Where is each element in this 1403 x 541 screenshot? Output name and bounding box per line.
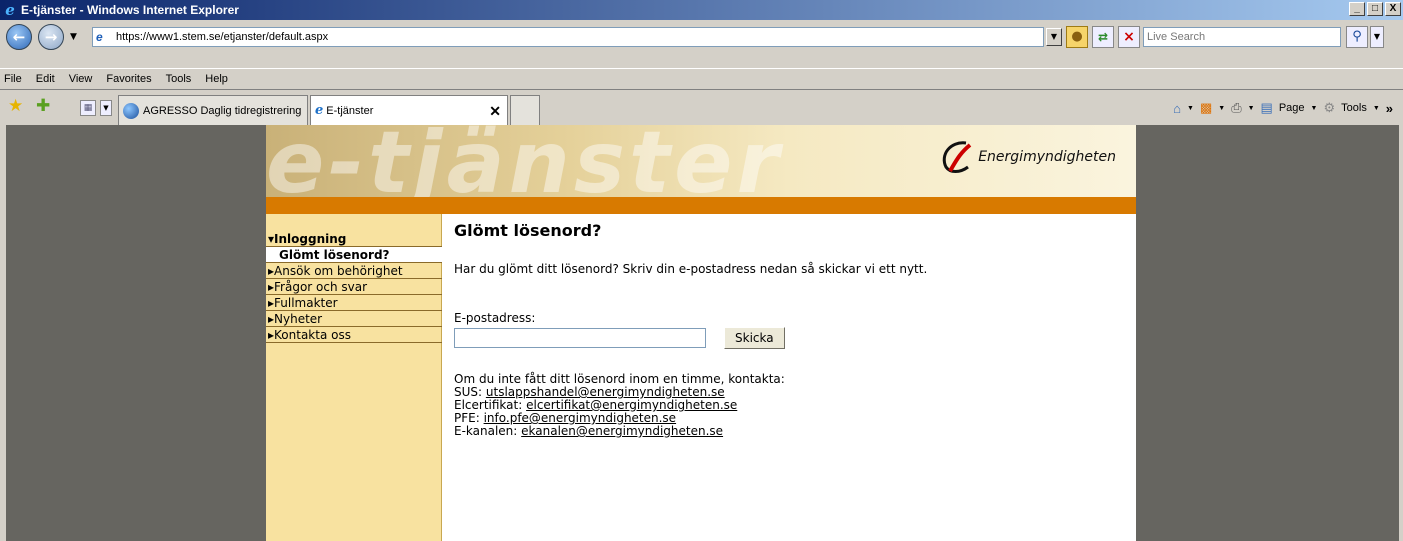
print-dropdown[interactable]: ▼ bbox=[1248, 105, 1255, 112]
stop-button[interactable]: × bbox=[1118, 26, 1140, 48]
vertical-scrollbar[interactable] bbox=[1399, 125, 1403, 541]
close-window-button[interactable]: X bbox=[1385, 2, 1401, 16]
ie-icon: e bbox=[5, 1, 15, 19]
contact-label: E-kanalen: bbox=[454, 424, 518, 438]
menu-edit[interactable]: Edit bbox=[36, 73, 55, 85]
contact-block: Om du inte fått ditt lösenord inom en ti… bbox=[454, 373, 1134, 438]
contact-label: Elcertifikat: bbox=[454, 398, 523, 412]
tab-e-tjanster[interactable]: e E-tjänster ✕ bbox=[310, 95, 508, 125]
logo-mark-icon bbox=[936, 137, 976, 177]
nav-ansok-om-behorighet[interactable]: ▸Ansök om behörighet bbox=[266, 263, 442, 279]
search-icon[interactable]: ⚲ bbox=[1346, 26, 1368, 48]
minimize-button[interactable]: _ bbox=[1349, 2, 1365, 16]
command-bar: ⌂ ▼ ▩ ▼ ⎙ ▼ ▤ Page ▼ ⚙ Tools ▼ » bbox=[1173, 100, 1393, 116]
energimyndigheten-logo[interactable]: Energimyndigheten bbox=[936, 137, 1116, 177]
address-dropdown-button[interactable]: ▼ bbox=[1046, 28, 1062, 46]
tools-menu-dropdown[interactable]: ▼ bbox=[1373, 105, 1380, 112]
feeds-icon[interactable]: ▩ bbox=[1200, 100, 1212, 116]
tab-label: AGRESSO Daglig tidregistrering bbox=[143, 104, 302, 117]
home-dropdown[interactable]: ▼ bbox=[1187, 105, 1194, 112]
nav-kontakta-oss[interactable]: ▸Kontakta oss bbox=[266, 327, 442, 343]
feeds-dropdown[interactable]: ▼ bbox=[1218, 105, 1225, 112]
nav-label: Fullmakter bbox=[274, 296, 338, 310]
menu-tools[interactable]: Tools bbox=[166, 73, 192, 85]
nav-glomt-losenord[interactable]: Glömt lösenord? bbox=[266, 247, 442, 263]
page-viewport: e-tjänster Energimyndigheten ▾Inloggning… bbox=[6, 125, 1399, 541]
banner-wordmark: e-tjänster bbox=[266, 125, 783, 197]
window-title: E-tjänster - Windows Internet Explorer bbox=[21, 3, 239, 17]
print-icon[interactable]: ⎙ bbox=[1231, 100, 1241, 116]
page-menu-dropdown[interactable]: ▼ bbox=[1311, 105, 1318, 112]
tools-menu[interactable]: Tools bbox=[1341, 102, 1367, 114]
tab-bar: ★ ✚ ▦ ▼ AGRESSO Daglig tidregistrering e… bbox=[0, 90, 1403, 125]
contact-email-link[interactable]: utslappshandel@energimyndigheten.se bbox=[486, 385, 725, 399]
page-title: Glömt lösenord? bbox=[454, 221, 602, 240]
nav-fragor-och-svar[interactable]: ▸Frågor och svar bbox=[266, 279, 442, 295]
window-controls: _ □ X bbox=[1349, 2, 1401, 16]
url-text: https://www1.stem.se/etjanster/default.a… bbox=[116, 31, 329, 43]
tab-agresso[interactable]: AGRESSO Daglig tidregistrering bbox=[118, 95, 308, 125]
contact-row-ekanalen: E-kanalen: ekanalen@energimyndigheten.se bbox=[454, 425, 1134, 438]
address-input[interactable]: e https://www1.stem.se/etjanster/default… bbox=[92, 27, 1044, 47]
tools-gear-icon: ⚙ bbox=[1323, 100, 1336, 115]
back-button[interactable]: ← bbox=[6, 24, 32, 50]
recent-pages-dropdown[interactable]: ▼ bbox=[70, 32, 77, 42]
nav-nyheter[interactable]: ▸Nyheter bbox=[266, 311, 442, 327]
menu-help[interactable]: Help bbox=[205, 73, 228, 85]
lock-icon[interactable]: ● bbox=[1066, 26, 1088, 48]
page-menu[interactable]: Page bbox=[1279, 102, 1305, 114]
favorites-star-icon[interactable]: ★ bbox=[8, 96, 23, 116]
page-container: e-tjänster Energimyndigheten ▾Inloggning… bbox=[266, 125, 1136, 541]
add-favorites-icon[interactable]: ✚ bbox=[36, 96, 50, 116]
contact-email-link[interactable]: elcertifikat@energimyndigheten.se bbox=[526, 398, 737, 412]
menu-view[interactable]: View bbox=[69, 73, 93, 85]
contact-email-link[interactable]: info.pfe@energimyndigheten.se bbox=[484, 411, 676, 425]
menu-file[interactable]: File bbox=[4, 73, 22, 85]
contact-label: SUS: bbox=[454, 385, 483, 399]
contact-label: PFE: bbox=[454, 411, 480, 425]
nav-label: Ansök om behörighet bbox=[274, 264, 403, 278]
close-tab-icon[interactable]: ✕ bbox=[489, 103, 501, 120]
globe-icon bbox=[123, 102, 139, 119]
orange-strip bbox=[266, 197, 1136, 214]
nav-inloggning[interactable]: ▾Inloggning bbox=[266, 231, 442, 247]
chevron-more-icon[interactable]: » bbox=[1386, 101, 1393, 116]
nav-label: Kontakta oss bbox=[274, 328, 351, 342]
nav-label: Inloggning bbox=[274, 232, 347, 246]
menu-bar: File Edit View Favorites Tools Help bbox=[0, 68, 1403, 90]
nav-label: Frågor och svar bbox=[274, 280, 368, 294]
sidebar-nav: ▾Inloggning Glömt lösenord? ▸Ansök om be… bbox=[266, 214, 442, 541]
home-icon[interactable]: ⌂ bbox=[1173, 101, 1181, 116]
nav-fullmakter[interactable]: ▸Fullmakter bbox=[266, 295, 442, 311]
intro-text: Har du glömt ditt lösenord? Skriv din e-… bbox=[454, 262, 928, 276]
email-field[interactable] bbox=[454, 328, 706, 348]
logo-text: Energimyndigheten bbox=[978, 149, 1116, 165]
page-icon: e bbox=[96, 30, 103, 44]
ie-page-icon: e bbox=[315, 103, 324, 118]
new-tab-button[interactable] bbox=[510, 95, 540, 125]
email-label: E-postadress: bbox=[454, 311, 536, 325]
site-banner: e-tjänster Energimyndigheten bbox=[266, 125, 1136, 197]
submit-button[interactable]: Skicka bbox=[724, 327, 785, 349]
refresh-button[interactable]: ⇄ bbox=[1092, 26, 1114, 48]
tab-label: E-tjänster bbox=[326, 104, 374, 117]
quick-tabs-icon[interactable]: ▦ bbox=[80, 100, 96, 116]
main-content: Glömt lösenord? Har du glömt ditt löseno… bbox=[454, 221, 1134, 438]
address-toolbar: ← → ▼ e https://www1.stem.se/etjanster/d… bbox=[0, 20, 1403, 68]
tab-list-dropdown[interactable]: ▼ bbox=[100, 100, 112, 116]
maximize-button[interactable]: □ bbox=[1367, 2, 1383, 16]
search-input[interactable]: Live Search bbox=[1143, 27, 1341, 47]
menu-favorites[interactable]: Favorites bbox=[106, 73, 151, 85]
contact-email-link[interactable]: ekanalen@energimyndigheten.se bbox=[521, 424, 723, 438]
page-menu-icon: ▤ bbox=[1260, 100, 1273, 115]
forward-button[interactable]: → bbox=[38, 24, 64, 50]
search-options-dropdown[interactable]: ▼ bbox=[1370, 26, 1384, 48]
nav-label: Nyheter bbox=[274, 312, 323, 326]
title-bar: e E-tjänster - Windows Internet Explorer… bbox=[0, 0, 1403, 20]
